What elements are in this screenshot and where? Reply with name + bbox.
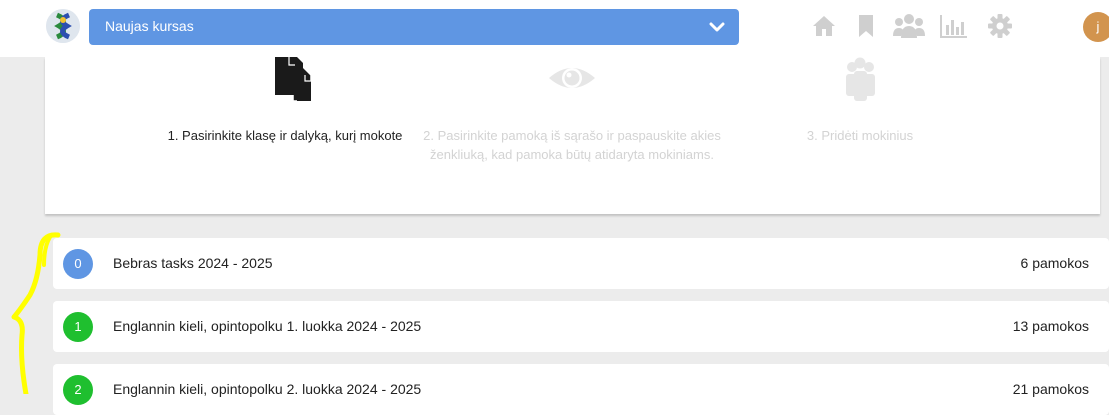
lesson-count: 6 pamokos: [1020, 255, 1089, 271]
gear-icon[interactable]: [986, 12, 1014, 40]
step-3-text: 3. Pridėti mokinius: [806, 128, 914, 143]
users-group-icon: [846, 57, 875, 101]
course-index-badge: 0: [63, 249, 93, 279]
bar-chart-icon[interactable]: [938, 12, 970, 40]
course-title: Bebras tasks 2024 - 2025: [113, 255, 273, 271]
course-row[interactable]: 2 Englannin kieli, opintopolku 2. luokka…: [53, 364, 1109, 415]
course-title: Englannin kieli, opintopolku 1. luokka 2…: [113, 318, 422, 334]
chevron-down-icon: [709, 22, 725, 32]
bookmark-icon[interactable]: [852, 12, 880, 40]
course-select-value: Naujas kursas: [105, 18, 194, 34]
course-title: Englannin kieli, opintopolku 2. luokka 2…: [113, 381, 422, 397]
app-logo[interactable]: [46, 9, 80, 43]
user-avatar[interactable]: j: [1083, 12, 1109, 42]
home-icon[interactable]: [810, 12, 838, 40]
course-index-badge: 2: [63, 375, 93, 405]
lesson-count: 21 pamokos: [1012, 381, 1089, 397]
instructions-panel: 1. Pasirinkite klasę ir dalyką, kurį mok…: [45, 57, 1100, 214]
course-select-dropdown[interactable]: Naujas kursas: [89, 9, 739, 45]
top-bar: Naujas kursas j: [0, 0, 1109, 57]
course-row[interactable]: 0 Bebras tasks 2024 - 2025 6 pamokos: [53, 238, 1109, 289]
course-index-badge: 1: [63, 312, 93, 342]
lesson-count: 13 pamokos: [1012, 318, 1089, 334]
users-icon[interactable]: [892, 12, 926, 40]
course-row[interactable]: 1 Englannin kieli, opintopolku 1. luokka…: [53, 301, 1109, 352]
